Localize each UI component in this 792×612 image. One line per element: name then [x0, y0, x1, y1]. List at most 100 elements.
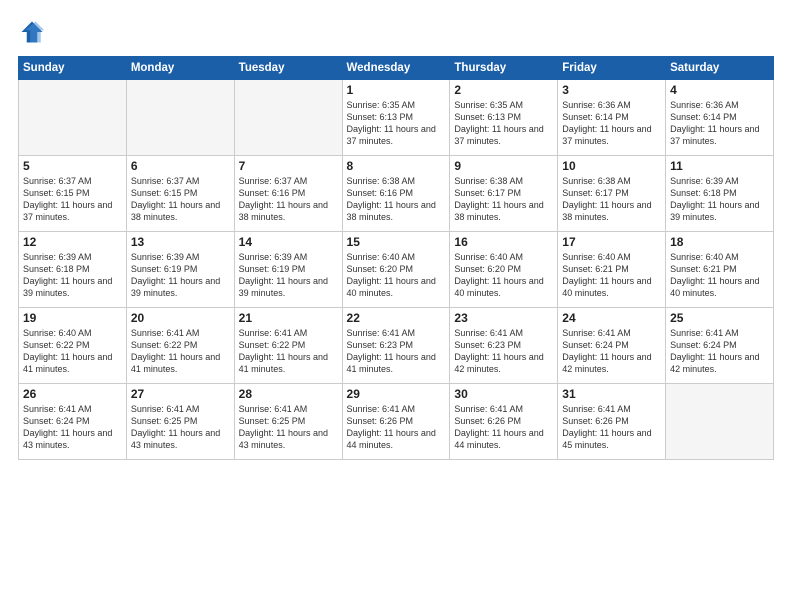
day-number: 25 — [670, 311, 769, 325]
logo — [18, 18, 50, 46]
day-number: 10 — [562, 159, 661, 173]
calendar-cell: 7 Sunrise: 6:37 AM Sunset: 6:16 PM Daylig… — [234, 156, 342, 232]
day-number: 8 — [347, 159, 446, 173]
day-number: 19 — [23, 311, 122, 325]
day-info: Sunrise: 6:40 AM Sunset: 6:20 PM Dayligh… — [454, 251, 553, 300]
calendar-row-1: 5Sunrise: 6:37 AM Sunset: 6:15 PM Daylig… — [19, 156, 774, 232]
day-number: 28 — [239, 387, 338, 401]
day-number: 24 — [562, 311, 661, 325]
calendar-cell: 23 Sunrise: 6:41 AM Sunset: 6:23 PM Dayli… — [450, 308, 558, 384]
calendar-cell: 10 Sunrise: 6:38 AM Sunset: 6:17 PM Dayli… — [558, 156, 666, 232]
day-info: Sunrise: 6:39 AM Sunset: 6:18 PM Dayligh… — [23, 251, 122, 300]
weekday-wednesday: Wednesday — [342, 57, 450, 80]
day-number: 15 — [347, 235, 446, 249]
calendar-row-4: 26 Sunrise: 6:41 AM Sunset: 6:24 PM Dayli… — [19, 384, 774, 460]
day-info: Sunrise: 6:38 AM Sunset: 6:17 PM Dayligh… — [562, 175, 661, 224]
day-info: Sunrise: 6:40 AM Sunset: 6:20 PM Dayligh… — [347, 251, 446, 300]
weekday-friday: Friday — [558, 57, 666, 80]
day-info: Sunrise: 6:41 AM Sunset: 6:26 PM Dayligh… — [454, 403, 553, 452]
calendar-cell — [234, 80, 342, 156]
day-info: Sunrise: 6:41 AM Sunset: 6:24 PM Dayligh… — [562, 327, 661, 376]
calendar-cell: 3 Sunrise: 6:36 AM Sunset: 6:14 PM Daylig… — [558, 80, 666, 156]
day-number: 22 — [347, 311, 446, 325]
calendar-cell: 19 Sunrise: 6:40 AM Sunset: 6:22 PM Dayli… — [19, 308, 127, 384]
day-info: Sunrise: 6:41 AM Sunset: 6:25 PM Dayligh… — [239, 403, 338, 452]
weekday-thursday: Thursday — [450, 57, 558, 80]
calendar-cell — [666, 384, 774, 460]
calendar-cell: 13 Sunrise: 6:39 AM Sunset: 6:19 PM Dayli… — [126, 232, 234, 308]
day-number: 26 — [23, 387, 122, 401]
calendar-cell: 5Sunrise: 6:37 AM Sunset: 6:15 PM Daylig… — [19, 156, 127, 232]
calendar-table: SundayMondayTuesdayWednesdayThursdayFrid… — [18, 56, 774, 460]
calendar-cell — [19, 80, 127, 156]
day-info: Sunrise: 6:40 AM Sunset: 6:21 PM Dayligh… — [670, 251, 769, 300]
day-info: Sunrise: 6:37 AM Sunset: 6:15 PM Dayligh… — [23, 175, 122, 224]
calendar-cell: 21Sunrise: 6:41 AM Sunset: 6:22 PM Dayli… — [234, 308, 342, 384]
calendar-cell: 6 Sunrise: 6:37 AM Sunset: 6:15 PM Daylig… — [126, 156, 234, 232]
day-number: 6 — [131, 159, 230, 173]
page: SundayMondayTuesdayWednesdayThursdayFrid… — [0, 0, 792, 612]
day-info: Sunrise: 6:36 AM Sunset: 6:14 PM Dayligh… — [562, 99, 661, 148]
day-info: Sunrise: 6:41 AM Sunset: 6:23 PM Dayligh… — [454, 327, 553, 376]
weekday-header-row: SundayMondayTuesdayWednesdayThursdayFrid… — [19, 57, 774, 80]
day-number: 23 — [454, 311, 553, 325]
calendar-cell: 30 Sunrise: 6:41 AM Sunset: 6:26 PM Dayli… — [450, 384, 558, 460]
day-number: 7 — [239, 159, 338, 173]
calendar-cell: 22 Sunrise: 6:41 AM Sunset: 6:23 PM Dayli… — [342, 308, 450, 384]
day-info: Sunrise: 6:37 AM Sunset: 6:16 PM Dayligh… — [239, 175, 338, 224]
calendar-cell: 4Sunrise: 6:36 AM Sunset: 6:14 PM Daylig… — [666, 80, 774, 156]
calendar-cell: 20Sunrise: 6:41 AM Sunset: 6:22 PM Dayli… — [126, 308, 234, 384]
day-info: Sunrise: 6:41 AM Sunset: 6:26 PM Dayligh… — [562, 403, 661, 452]
day-number: 13 — [131, 235, 230, 249]
day-number: 31 — [562, 387, 661, 401]
calendar-cell: 18 Sunrise: 6:40 AM Sunset: 6:21 PM Dayli… — [666, 232, 774, 308]
day-number: 29 — [347, 387, 446, 401]
day-info: Sunrise: 6:41 AM Sunset: 6:23 PM Dayligh… — [347, 327, 446, 376]
day-info: Sunrise: 6:41 AM Sunset: 6:26 PM Dayligh… — [347, 403, 446, 452]
day-number: 14 — [239, 235, 338, 249]
calendar-cell: 31 Sunrise: 6:41 AM Sunset: 6:26 PM Dayli… — [558, 384, 666, 460]
day-number: 17 — [562, 235, 661, 249]
calendar-cell: 11 Sunrise: 6:39 AM Sunset: 6:18 PM Dayli… — [666, 156, 774, 232]
day-info: Sunrise: 6:35 AM Sunset: 6:13 PM Dayligh… — [454, 99, 553, 148]
weekday-tuesday: Tuesday — [234, 57, 342, 80]
day-info: Sunrise: 6:41 AM Sunset: 6:25 PM Dayligh… — [131, 403, 230, 452]
day-number: 30 — [454, 387, 553, 401]
day-info: Sunrise: 6:41 AM Sunset: 6:22 PM Dayligh… — [131, 327, 230, 376]
day-number: 9 — [454, 159, 553, 173]
calendar-cell: 16 Sunrise: 6:40 AM Sunset: 6:20 PM Dayli… — [450, 232, 558, 308]
day-info: Sunrise: 6:39 AM Sunset: 6:18 PM Dayligh… — [670, 175, 769, 224]
day-info: Sunrise: 6:39 AM Sunset: 6:19 PM Dayligh… — [239, 251, 338, 300]
calendar-cell: 9 Sunrise: 6:38 AM Sunset: 6:17 PM Daylig… — [450, 156, 558, 232]
weekday-sunday: Sunday — [19, 57, 127, 80]
calendar-cell: 2 Sunrise: 6:35 AM Sunset: 6:13 PM Daylig… — [450, 80, 558, 156]
day-info: Sunrise: 6:38 AM Sunset: 6:17 PM Dayligh… — [454, 175, 553, 224]
day-number: 12 — [23, 235, 122, 249]
calendar-cell: 29 Sunrise: 6:41 AM Sunset: 6:26 PM Dayli… — [342, 384, 450, 460]
day-number: 27 — [131, 387, 230, 401]
day-number: 11 — [670, 159, 769, 173]
day-number: 3 — [562, 83, 661, 97]
day-number: 16 — [454, 235, 553, 249]
calendar-cell: 8 Sunrise: 6:38 AM Sunset: 6:16 PM Daylig… — [342, 156, 450, 232]
day-info: Sunrise: 6:41 AM Sunset: 6:24 PM Dayligh… — [23, 403, 122, 452]
day-info: Sunrise: 6:38 AM Sunset: 6:16 PM Dayligh… — [347, 175, 446, 224]
calendar-cell: 17 Sunrise: 6:40 AM Sunset: 6:21 PM Dayli… — [558, 232, 666, 308]
calendar-cell — [126, 80, 234, 156]
day-info: Sunrise: 6:40 AM Sunset: 6:22 PM Dayligh… — [23, 327, 122, 376]
calendar-cell: 15 Sunrise: 6:40 AM Sunset: 6:20 PM Dayli… — [342, 232, 450, 308]
day-info: Sunrise: 6:41 AM Sunset: 6:22 PM Dayligh… — [239, 327, 338, 376]
day-info: Sunrise: 6:37 AM Sunset: 6:15 PM Dayligh… — [131, 175, 230, 224]
calendar-cell: 14 Sunrise: 6:39 AM Sunset: 6:19 PM Dayli… — [234, 232, 342, 308]
calendar-row-3: 19 Sunrise: 6:40 AM Sunset: 6:22 PM Dayli… — [19, 308, 774, 384]
day-number: 2 — [454, 83, 553, 97]
day-number: 4 — [670, 83, 769, 97]
day-number: 1 — [347, 83, 446, 97]
day-number: 18 — [670, 235, 769, 249]
weekday-saturday: Saturday — [666, 57, 774, 80]
calendar-row-2: 12 Sunrise: 6:39 AM Sunset: 6:18 PM Dayli… — [19, 232, 774, 308]
day-info: Sunrise: 6:39 AM Sunset: 6:19 PM Dayligh… — [131, 251, 230, 300]
day-info: Sunrise: 6:40 AM Sunset: 6:21 PM Dayligh… — [562, 251, 661, 300]
calendar-cell: 12 Sunrise: 6:39 AM Sunset: 6:18 PM Dayli… — [19, 232, 127, 308]
calendar-cell: 1Sunrise: 6:35 AM Sunset: 6:13 PM Daylig… — [342, 80, 450, 156]
